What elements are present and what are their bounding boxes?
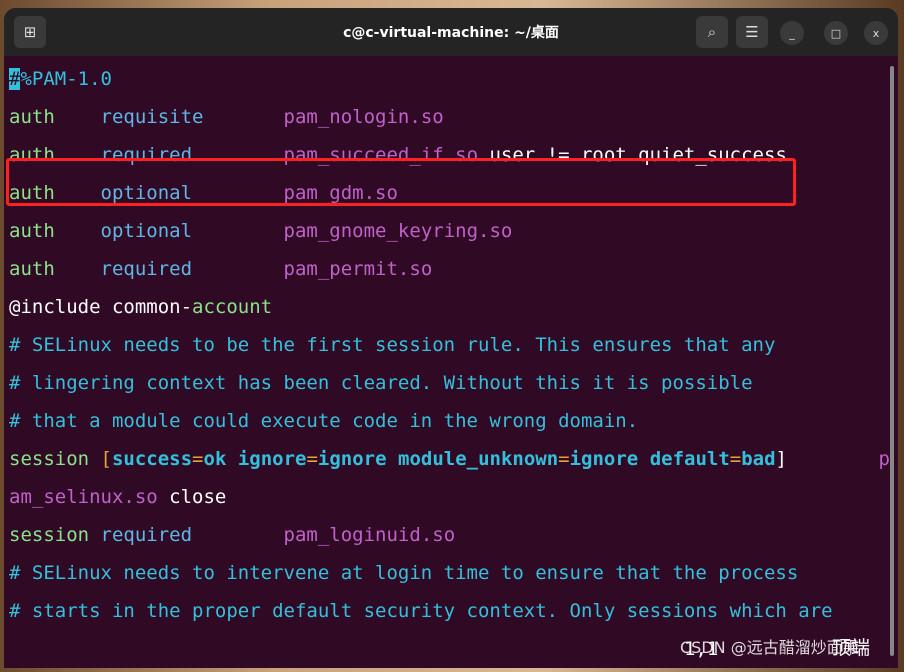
- text: auth: [9, 220, 101, 242]
- text: module_unknown: [386, 448, 559, 470]
- line-11: session [success=ok ignore=ignore module…: [9, 440, 890, 478]
- maximize-button[interactable]: □: [824, 21, 848, 45]
- text: requisite: [100, 106, 284, 128]
- text: ignore: [317, 448, 387, 470]
- title-bar: ⊞ c@c-virtual-machine: ~/桌面 ⌕ ☰ _ □ x: [4, 8, 898, 56]
- line-2: auth requisite pam_nologin.so: [9, 98, 884, 136]
- search-button[interactable]: ⌕: [696, 16, 728, 48]
- text: required: [100, 524, 284, 546]
- text: success: [111, 448, 193, 470]
- text: [787, 448, 879, 470]
- line-9: # lingering context has been cleared. Wi…: [9, 372, 753, 394]
- line-5: auth optional pam_gnome_keyring.so: [9, 212, 884, 250]
- cursor: #: [9, 68, 21, 90]
- text: auth: [9, 106, 101, 128]
- text: %PAM-1.0: [20, 68, 112, 90]
- text: bad: [741, 448, 776, 470]
- hamburger-icon: ☰: [745, 23, 759, 41]
- text: ignore: [226, 448, 307, 470]
- terminal-window: ⊞ c@c-virtual-machine: ~/桌面 ⌕ ☰ _ □ x #%…: [4, 8, 898, 668]
- menu-button[interactable]: ☰: [736, 16, 768, 48]
- line-8: # SELinux needs to be the first session …: [9, 334, 776, 356]
- text: pam_nologin.so: [283, 106, 444, 128]
- text: required: [100, 258, 284, 280]
- text: ignore: [569, 448, 639, 470]
- text: ok: [203, 448, 227, 470]
- watermark: CSDN @远古醋溜炒面果: [680, 638, 859, 657]
- line-15: # starts in the proper default security …: [9, 600, 833, 622]
- text: session: [9, 524, 101, 546]
- text: [: [100, 448, 112, 470]
- text: pam_gnome_keyring.so: [283, 220, 513, 242]
- line-7: @include common-account: [9, 288, 884, 326]
- text: =: [558, 448, 570, 470]
- text: account: [192, 296, 273, 318]
- vim-status-line: 1,1 顶端 CSDN @远古醋溜炒面果: [4, 630, 898, 660]
- search-icon: ⌕: [707, 23, 717, 41]
- text: am_selinux.so: [9, 486, 158, 508]
- text: close: [157, 486, 227, 508]
- line-1: #%PAM-1.0: [9, 60, 884, 98]
- text: default: [638, 448, 730, 470]
- minimize-button[interactable]: _: [780, 21, 804, 45]
- text: optional: [100, 220, 284, 242]
- line-10: # that a module could execute code in th…: [9, 410, 639, 432]
- text: p: [878, 448, 890, 470]
- highlight-box: [6, 158, 796, 206]
- line-14: # SELinux needs to intervene at login ti…: [9, 562, 799, 584]
- text: @include common-: [9, 296, 193, 318]
- text: =: [192, 448, 204, 470]
- close-button[interactable]: x: [864, 21, 888, 45]
- line-6: auth required pam_permit.so: [9, 250, 884, 288]
- terminal-content[interactable]: #%PAM-1.0 auth requisite pam_nologin.so …: [6, 60, 890, 668]
- text: auth: [9, 258, 101, 280]
- text: =: [729, 448, 742, 470]
- text: pam_permit.so: [283, 258, 433, 280]
- line-12: am_selinux.so close: [9, 478, 884, 516]
- scrollbar[interactable]: [890, 66, 894, 656]
- line-13: session required pam_loginuid.so: [9, 516, 884, 554]
- text: pam_loginuid.so: [283, 524, 456, 546]
- text: ]: [775, 448, 787, 470]
- text: =: [306, 448, 318, 470]
- text: session: [9, 448, 101, 470]
